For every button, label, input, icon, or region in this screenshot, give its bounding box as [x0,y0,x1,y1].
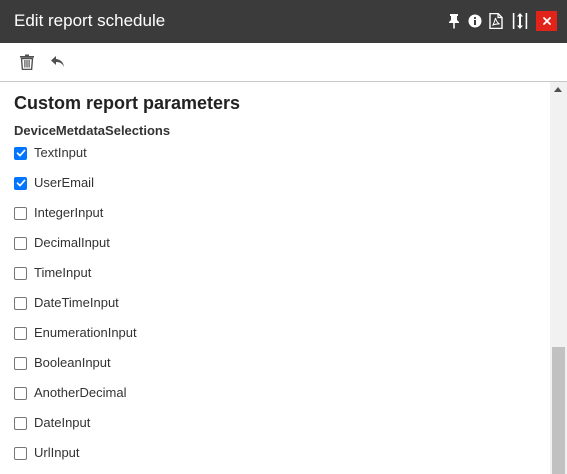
checkbox-unchecked[interactable] [14,416,27,430]
resize-icon[interactable] [512,12,528,30]
checkbox-label: EnumerationInput [34,325,137,340]
title-bar: Edit report schedule [0,0,567,43]
checkbox-unchecked[interactable] [14,296,27,310]
checkbox-checked[interactable] [14,176,27,190]
checkbox-unchecked[interactable] [14,446,27,460]
vertical-scrollbar[interactable] [550,82,567,474]
checkbox-label: BooleanInput [34,355,111,370]
dialog-title: Edit report schedule [14,11,166,30]
checkbox-label: UrlInput [34,445,80,460]
group-label: DeviceMetdataSelections [14,123,171,138]
checkbox-unchecked[interactable] [14,206,27,220]
checkbox-item[interactable]: TextInput [14,143,87,163]
checkbox-item[interactable]: IntegerInput [14,203,103,223]
scroll-up-arrow-icon[interactable] [554,87,562,92]
checkbox-label: DecimalInput [34,235,110,250]
checkbox-item[interactable]: BooleanInput [14,353,111,373]
checkbox-checked[interactable] [14,146,27,160]
checkbox-item[interactable]: UrlInput [14,443,80,463]
report-schedule-dialog: Edit report schedule Custom report param… [0,0,567,474]
undo-button[interactable] [49,53,67,71]
checkbox-unchecked[interactable] [14,326,27,340]
checkbox-item[interactable]: UserEmail [14,173,94,193]
checkbox-unchecked[interactable] [14,266,27,280]
pdf-icon[interactable] [488,12,504,30]
checkbox-label: IntegerInput [34,205,104,220]
delete-button[interactable] [18,53,36,71]
checkbox-label: DateTimeInput [34,295,119,310]
toolbar [0,43,567,82]
checkbox-label: TimeInput [34,265,92,280]
scroll-thumb[interactable] [552,347,565,474]
checkbox-unchecked[interactable] [14,236,27,250]
close-button[interactable] [536,11,557,31]
checkbox-unchecked[interactable] [14,356,27,370]
parameters-panel: Custom report parameters DeviceMetdataSe… [0,82,550,474]
pin-icon[interactable] [446,12,462,30]
section-title: Custom report parameters [14,93,241,113]
checkbox-item[interactable]: DateTimeInput [14,293,119,313]
checkbox-unchecked[interactable] [14,386,27,400]
checkmark-icon [16,179,25,187]
checkbox-item[interactable]: TimeInput [14,263,91,283]
checkbox-item[interactable]: DateInput [14,413,90,433]
checkbox-label: AnotherDecimal [34,385,127,400]
checkbox-item[interactable]: DecimalInput [14,233,110,253]
checkbox-item[interactable]: EnumerationInput [14,323,137,343]
info-icon[interactable] [467,12,483,30]
checkbox-label: TextInput [34,145,87,160]
undo-icon [51,56,64,67]
close-icon [542,17,551,25]
checkmark-icon [16,149,25,157]
checkbox-label: DateInput [34,415,91,430]
trash-icon [20,54,34,70]
checkbox-label: UserEmail [34,175,94,190]
checkbox-item[interactable]: AnotherDecimal [14,383,127,403]
